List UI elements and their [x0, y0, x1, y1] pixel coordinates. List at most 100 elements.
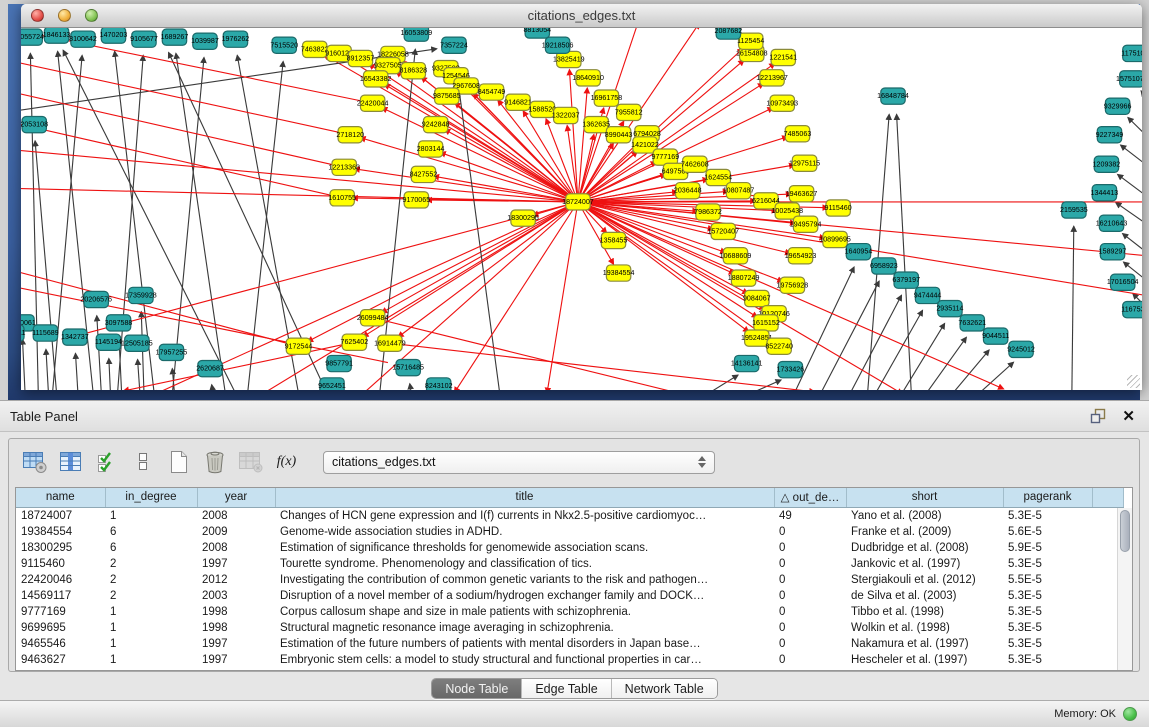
graph-node[interactable]: 2055724 [21, 29, 44, 45]
graph-node[interactable]: 1175107 [1121, 45, 1142, 61]
graph-node[interactable]: 7515520 [270, 37, 298, 53]
graph-node[interactable]: 8912357 [347, 50, 375, 66]
graph-node[interactable]: 9115460 [825, 200, 852, 216]
graph-node[interactable]: 2935114 [936, 301, 963, 317]
graph-node[interactable]: 8813054 [523, 28, 551, 38]
graph-node[interactable]: 8454749 [478, 84, 506, 100]
graph-node[interactable]: 6958923 [870, 258, 898, 274]
graph-node[interactable]: 9329966 [1104, 98, 1132, 114]
table-row[interactable]: 1872400712008Changes of HCN gene express… [16, 507, 1123, 524]
graph-node[interactable]: 18640910 [572, 70, 604, 86]
graph-node[interactable]: 16848784 [877, 88, 909, 104]
graph-node[interactable]: 12213363 [328, 159, 360, 175]
graph-node[interactable]: 1167534 [1121, 302, 1142, 318]
column-header-out_degree[interactable]: △ out_de… [774, 488, 846, 507]
column-header-in_degree[interactable]: in_degree [105, 488, 197, 507]
graph-node[interactable]: 7625402 [341, 334, 369, 350]
graph-node[interactable]: 8243102 [425, 378, 453, 390]
citation-network-graph[interactable]: 1872400774638229160128891235718226058932… [21, 28, 1142, 390]
column-header-title[interactable]: title [275, 488, 774, 507]
graph-node[interactable]: 20206576 [80, 291, 112, 307]
graph-node[interactable]: 19218506 [542, 37, 574, 53]
scrollbar-thumb[interactable] [1120, 510, 1130, 552]
graph-node[interactable]: 1039987 [191, 33, 219, 49]
graph-node[interactable]: 7986372 [694, 204, 722, 220]
table-row[interactable]: 977716911998Corpus callosum shape and si… [16, 604, 1123, 620]
table-selector[interactable]: citations_edges.txt [323, 451, 715, 474]
table-row[interactable]: 946554611997Estimation of the future num… [16, 636, 1123, 652]
graph-node[interactable]: 9227349 [1096, 127, 1124, 143]
graph-node[interactable]: 2087682 [715, 28, 743, 39]
delete-table-icon[interactable] [201, 449, 228, 475]
graph-node[interactable]: 1976262 [222, 31, 250, 47]
graph-node[interactable]: 12975115 [789, 155, 820, 171]
graph-node[interactable]: 9172544 [285, 338, 313, 354]
graph-node[interactable]: 19384554 [603, 265, 635, 281]
graph-node[interactable]: 1470203 [100, 28, 128, 43]
graph-node[interactable]: 10688609 [720, 248, 752, 264]
graph-node[interactable]: 1589297 [1099, 244, 1127, 260]
graph-node[interactable]: 7357224 [440, 37, 468, 53]
graph-node[interactable]: 7955812 [615, 104, 643, 120]
graph-node[interactable]: 9105677 [130, 31, 158, 47]
graph-node[interactable]: 1733426 [777, 362, 805, 378]
graph-node[interactable]: 17016504 [1107, 274, 1139, 290]
graph-node[interactable]: 8100642 [69, 31, 97, 47]
graph-node[interactable]: 16053809 [401, 28, 433, 41]
function-builder-icon[interactable]: f(x) [273, 449, 300, 475]
graph-node[interactable]: 2159535 [1060, 202, 1088, 218]
graph-node[interactable]: 22420044 [357, 95, 389, 111]
table-scrollbar[interactable] [1117, 508, 1132, 670]
graph-node[interactable]: 9875685 [433, 88, 461, 104]
graph-node[interactable]: 1344413 [1091, 185, 1119, 201]
graph-node[interactable]: 9242848 [422, 116, 450, 132]
graph-node[interactable]: 1115689 [32, 325, 59, 341]
graph-node[interactable]: 1610755 [328, 190, 356, 206]
graph-node[interactable]: 15716485 [392, 359, 424, 375]
tab-network-table[interactable]: Network Table [612, 679, 717, 698]
close-panel-icon[interactable]: ✕ [1122, 409, 1135, 424]
graph-node[interactable]: 10973493 [766, 95, 798, 111]
table-row[interactable]: 1456911722003Disruption of a novel membe… [16, 588, 1123, 604]
graph-node[interactable]: 9170065 [403, 192, 431, 208]
graph-node[interactable]: 26099484 [357, 310, 389, 326]
graph-node[interactable]: 18300295 [507, 210, 539, 226]
graph-node[interactable]: 18724007 [562, 194, 594, 210]
column-header-short[interactable]: short [846, 488, 1003, 507]
graph-node[interactable]: 1615152 [752, 315, 780, 331]
graph-node[interactable]: 1342737 [61, 329, 89, 345]
graph-node[interactable]: 10899695 [819, 231, 851, 247]
table-row[interactable]: 969969511998Structural magnetic resonanc… [16, 620, 1123, 636]
graph-node[interactable]: 16961758 [591, 90, 623, 106]
graph-node[interactable]: 8522740 [765, 338, 793, 354]
table-settings-icon[interactable] [21, 449, 48, 475]
graph-node[interactable]: 7485063 [784, 126, 812, 142]
table-row[interactable]: 1938455462009Genome-wide association stu… [16, 524, 1123, 540]
graph-node[interactable]: 15720407 [707, 223, 739, 239]
network-window-titlebar[interactable]: citations_edges.txt [21, 4, 1142, 28]
graph-node[interactable]: 8186328 [399, 63, 427, 79]
tab-edge-table[interactable]: Edge Table [522, 679, 611, 698]
table-row[interactable]: 946362711997Embryonic stem cells: a mode… [16, 652, 1123, 668]
graph-node[interactable]: 1358455 [600, 232, 628, 248]
graph-node[interactable]: 18807249 [728, 270, 760, 286]
graph-node[interactable]: 12213967 [756, 70, 788, 86]
graph-node[interactable]: 10807487 [723, 183, 755, 199]
graph-node[interactable]: 7632621 [958, 315, 986, 331]
float-window-icon[interactable] [1090, 408, 1106, 424]
select-column-icon[interactable] [57, 449, 84, 475]
graph-node[interactable]: 1689267 [161, 29, 189, 45]
graph-node[interactable]: 16210643 [1096, 215, 1128, 231]
graph-node[interactable]: 1221541 [769, 49, 797, 65]
graph-node[interactable]: 19495794 [790, 216, 822, 232]
graph-node[interactable]: 2718120 [336, 127, 364, 143]
graph-node[interactable]: 9084067 [743, 290, 771, 306]
graph-node[interactable]: 8427552 [410, 166, 438, 182]
graph-node[interactable]: 14136141 [731, 355, 763, 371]
graph-node[interactable]: 1125454 [737, 33, 764, 49]
network-canvas[interactable]: 1872400774638229160128891235718226058932… [21, 28, 1142, 390]
graph-node[interactable]: 16543382 [360, 71, 392, 87]
row-height-icon[interactable] [129, 449, 156, 475]
graph-node[interactable]: 6379197 [892, 272, 920, 288]
graph-node[interactable]: 1640954 [845, 244, 873, 260]
